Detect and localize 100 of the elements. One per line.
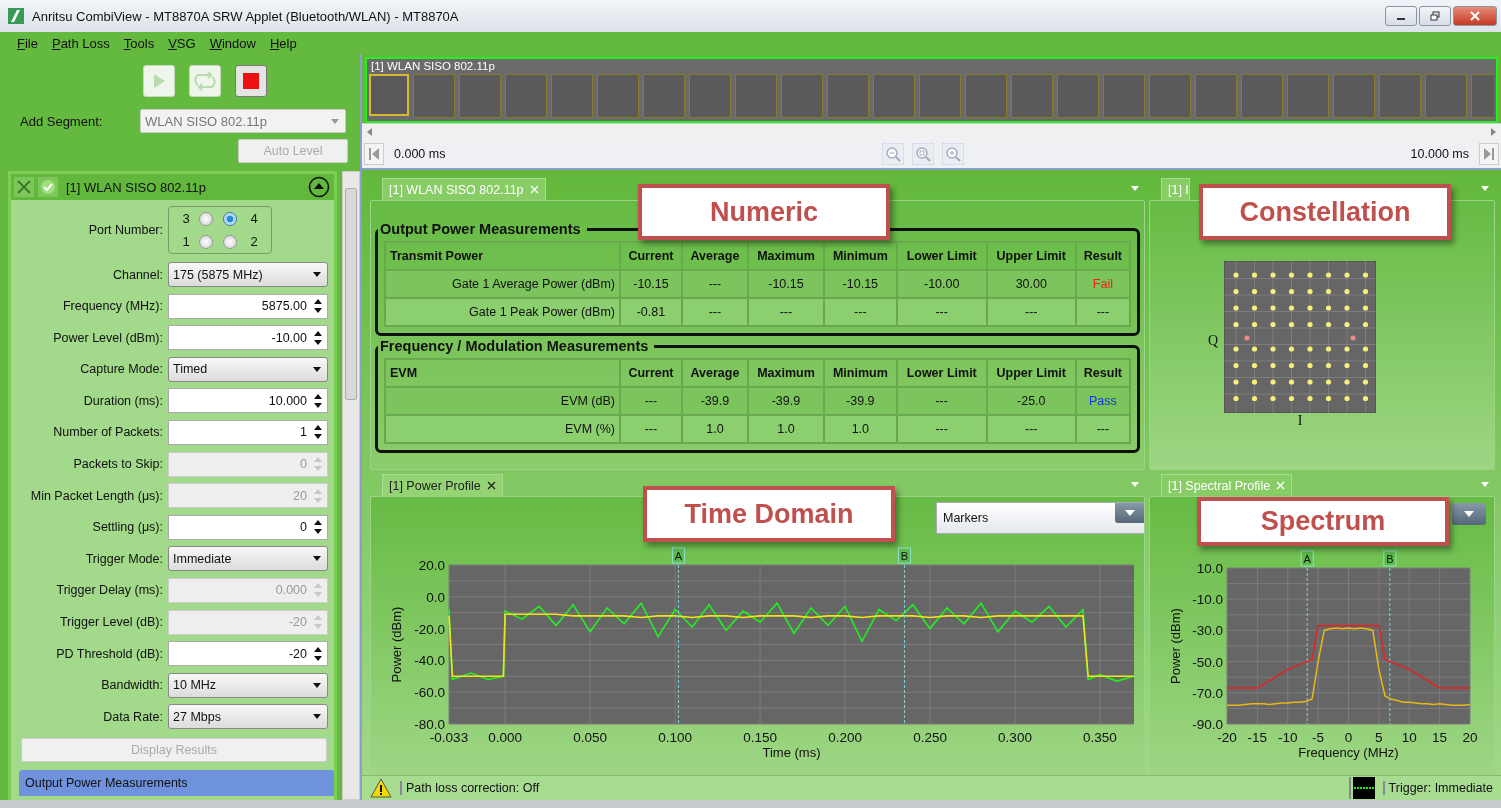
- section-header[interactable]: Output Power Measurements: [19, 769, 335, 796]
- tick-label: -60.0: [414, 685, 445, 701]
- menu-item[interactable]: VSG: [168, 35, 196, 51]
- capture-frame[interactable]: [781, 74, 823, 118]
- segment-title: [1] WLAN SISO 802.11p: [66, 179, 206, 195]
- dropdown[interactable]: 27 Mbps: [168, 704, 328, 730]
- zoom-in-icon[interactable]: [942, 143, 964, 165]
- spin-arrows-icon[interactable]: [314, 329, 322, 346]
- number-field[interactable]: -20: [168, 641, 328, 667]
- number-field[interactable]: -10.00: [168, 325, 328, 351]
- spin-arrows-icon[interactable]: [314, 519, 322, 536]
- dropdown-caret-icon[interactable]: [1131, 482, 1139, 487]
- window-title: Anritsu CombiView - MT8870A SRW Applet (Bluetooth/WLAN) - MT8870A: [32, 8, 459, 24]
- dropdown[interactable]: 10 MHz: [168, 672, 328, 698]
- play-icon: [151, 72, 167, 90]
- capture-frame[interactable]: [551, 74, 593, 118]
- number-field[interactable]: 0: [168, 514, 328, 540]
- zoom-out-icon[interactable]: [882, 143, 904, 165]
- dropdown-caret-icon[interactable]: [1481, 482, 1489, 487]
- capture-frame[interactable]: [1011, 74, 1053, 118]
- menu-item[interactable]: Window: [209, 35, 256, 51]
- axis-title: Q: [1208, 333, 1219, 349]
- caret-icon: [313, 682, 321, 688]
- minimize-button[interactable]: [1385, 6, 1417, 26]
- repeat-icon: [192, 71, 218, 91]
- capture-frame[interactable]: [597, 74, 639, 118]
- capture-frame[interactable]: [1149, 74, 1191, 118]
- capture-frame[interactable]: [689, 74, 731, 118]
- close-icon[interactable]: [486, 481, 496, 490]
- capture-frame[interactable]: [1195, 74, 1237, 118]
- field-label: Number of Packets:: [52, 425, 164, 440]
- capture-frame[interactable]: [1103, 74, 1145, 118]
- capture-frame[interactable]: [827, 74, 869, 118]
- marker-label[interactable]: A: [671, 547, 685, 564]
- capture-frame[interactable]: [735, 74, 777, 118]
- tick-label: -10: [1278, 730, 1298, 745]
- table-cell: ---: [896, 415, 987, 443]
- dropdown[interactable]: 175 (5875 MHz): [168, 262, 328, 287]
- tick-label: -15: [1247, 730, 1268, 745]
- zoom-fit-icon[interactable]: [912, 143, 934, 165]
- caret-icon: [313, 272, 321, 277]
- dropdown-caret-icon[interactable]: [1131, 186, 1139, 191]
- start-time: 0.000 ms: [394, 147, 446, 161]
- table-cell: 1.0: [681, 415, 748, 443]
- capture-frame[interactable]: [1425, 74, 1467, 118]
- table-cell: -10.15: [823, 270, 897, 298]
- menu-item[interactable]: File: [17, 35, 38, 51]
- tick-label: 20.0: [418, 558, 445, 573]
- capture-frame[interactable]: [1057, 74, 1099, 118]
- markers-dropdown[interactable]: Markers: [936, 502, 1144, 534]
- number-field[interactable]: 5875.00: [168, 293, 328, 319]
- capture-frame[interactable]: [1241, 74, 1283, 118]
- capture-frame[interactable]: [369, 74, 409, 116]
- dropdown-caret-icon[interactable]: [1481, 186, 1489, 191]
- capture-frame[interactable]: [1333, 74, 1375, 118]
- capture-frame[interactable]: [873, 74, 915, 118]
- capture-frame[interactable]: [643, 74, 685, 118]
- radio-button[interactable]: [223, 234, 237, 249]
- caret-icon: [313, 556, 321, 562]
- close-button[interactable]: [1453, 6, 1497, 26]
- checkmark-icon[interactable]: [38, 177, 58, 197]
- panel-tab[interactable]: [1] Power Profile: [382, 474, 503, 496]
- radio-button[interactable]: [199, 234, 213, 249]
- spin-arrows-icon[interactable]: [314, 392, 322, 409]
- dropdown[interactable]: Timed: [168, 356, 328, 382]
- capture-frame[interactable]: [459, 74, 501, 118]
- capture-frame[interactable]: [1287, 74, 1329, 118]
- spin-arrows-icon[interactable]: [314, 645, 322, 662]
- last-button[interactable]: [1479, 143, 1499, 165]
- close-icon: [1470, 11, 1480, 21]
- spin-arrows-icon[interactable]: [314, 424, 322, 441]
- capture-frame[interactable]: [919, 74, 961, 118]
- menu-item[interactable]: Tools: [123, 35, 155, 51]
- marker-label[interactable]: B: [898, 547, 912, 564]
- menu-item[interactable]: Help: [269, 35, 297, 51]
- scroll-right-icon[interactable]: [1489, 128, 1497, 136]
- scrollbar[interactable]: [342, 171, 360, 800]
- capture-frame[interactable]: [505, 74, 547, 118]
- caret-icon: [1464, 511, 1474, 517]
- first-button[interactable]: [364, 143, 384, 165]
- capture-frame[interactable]: [413, 74, 455, 118]
- capture-frame[interactable]: [1379, 74, 1421, 118]
- stop-button[interactable]: [235, 65, 267, 97]
- collapse-icon[interactable]: [308, 176, 331, 198]
- scrollbar[interactable]: [362, 123, 1501, 140]
- end-time: 10.000 ms: [1410, 147, 1469, 161]
- number-field[interactable]: 1: [168, 419, 328, 445]
- column-header: EVM: [385, 359, 620, 387]
- spin-arrows-icon[interactable]: [314, 298, 322, 315]
- menu-item[interactable]: Path Loss: [51, 35, 110, 51]
- radio-button[interactable]: [223, 211, 237, 226]
- table-cell: ---: [896, 298, 987, 326]
- scroll-left-icon[interactable]: [366, 128, 374, 136]
- capture-frame[interactable]: [965, 74, 1007, 118]
- dropdown[interactable]: Immediate: [168, 546, 328, 572]
- marker-label[interactable]: B: [1383, 550, 1397, 567]
- marker-label[interactable]: A: [1300, 550, 1314, 567]
- radio-button[interactable]: [199, 211, 213, 226]
- dropdown-button[interactable]: [1452, 503, 1486, 525]
- number-field[interactable]: 10.000: [168, 388, 328, 414]
